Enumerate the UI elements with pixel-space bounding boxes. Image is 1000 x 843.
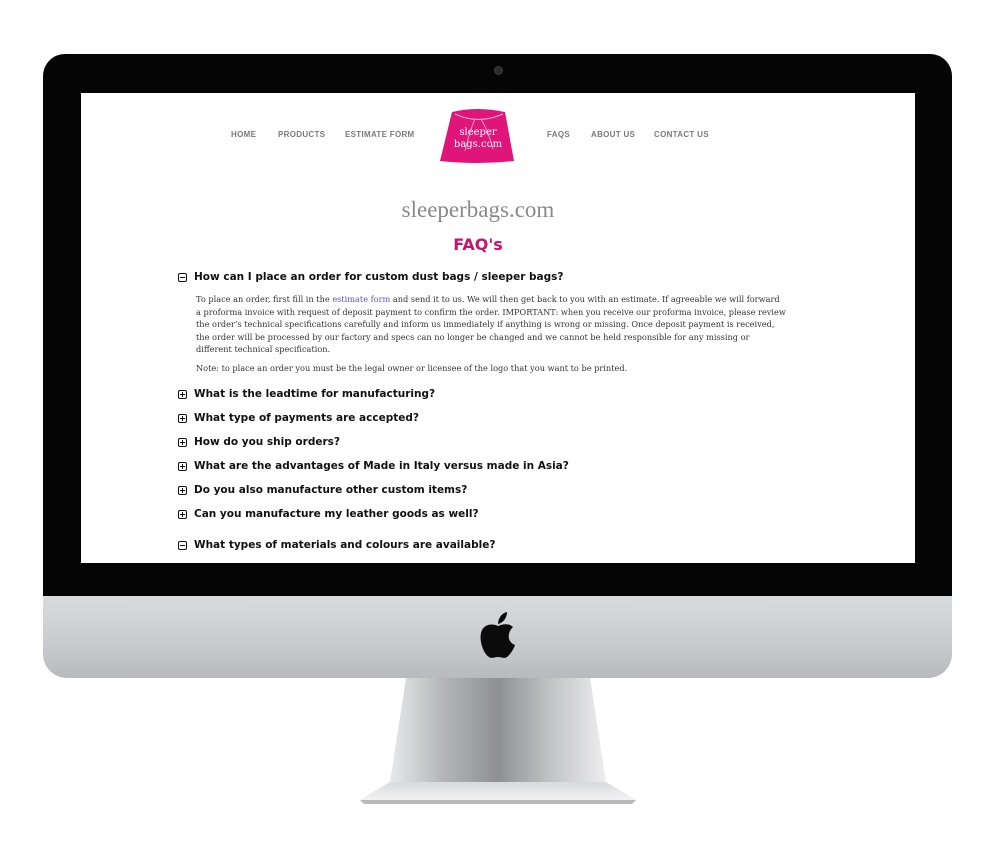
nav-home[interactable]: HOME xyxy=(231,130,256,139)
faq-question-leadtime[interactable]: What is the leadtime for manufacturing? xyxy=(178,387,435,401)
collapse-icon[interactable] xyxy=(178,272,187,282)
nav-products[interactable]: PRODUCTS xyxy=(278,130,325,139)
site-title: sleeperbags.com xyxy=(401,197,555,222)
faq-question-shipping[interactable]: How do you ship orders? xyxy=(178,435,340,449)
monitor-stand xyxy=(360,678,636,806)
collapse-icon[interactable] xyxy=(178,540,187,550)
faq-question-payments[interactable]: What type of payments are accepted? xyxy=(178,411,419,425)
faq-question-made-in-italy[interactable]: What are the advantages of Made in Italy… xyxy=(178,459,569,473)
nav-faqs[interactable]: FAQS xyxy=(547,130,570,139)
camera-icon xyxy=(494,66,503,75)
expand-icon[interactable] xyxy=(178,437,187,447)
faq-question-order[interactable]: How can I place an order for custom dust… xyxy=(178,270,563,284)
apple-logo-icon xyxy=(478,612,518,660)
drawstring-bag-icon: sleeper bags.com xyxy=(440,109,514,163)
expand-icon[interactable] xyxy=(178,461,187,471)
page-title: FAQ's xyxy=(453,235,503,254)
faq-question-other-items[interactable]: Do you also manufacture other custom ite… xyxy=(178,483,467,497)
expand-icon[interactable] xyxy=(178,389,187,399)
logo-line-2: bags.com xyxy=(454,139,503,150)
sleeperbags-logo[interactable]: sleeper bags.com xyxy=(439,103,517,165)
expand-icon[interactable] xyxy=(178,485,187,495)
browser-screen: HOME PRODUCTS ESTIMATE FORM sleeper bags… xyxy=(81,93,915,563)
faq-question-materials[interactable]: What types of materials and colours are … xyxy=(178,538,495,552)
faq-question-leather-goods[interactable]: Can you manufacture my leather goods as … xyxy=(178,507,479,521)
nav-contact-us[interactable]: CONTACT US xyxy=(654,130,709,139)
nav-about-us[interactable]: ABOUT US xyxy=(591,130,635,139)
expand-icon[interactable] xyxy=(178,413,187,423)
estimate-form-link[interactable]: estimate form xyxy=(332,294,390,304)
expand-icon[interactable] xyxy=(178,509,187,519)
logo-line-1: sleeper xyxy=(459,127,496,138)
faq-answer-note: Note: to place an order you must be the … xyxy=(196,362,628,373)
faq-answer-order: To place an order, first fill in the est… xyxy=(196,294,786,373)
nav-estimate-form[interactable]: ESTIMATE FORM xyxy=(345,130,415,139)
